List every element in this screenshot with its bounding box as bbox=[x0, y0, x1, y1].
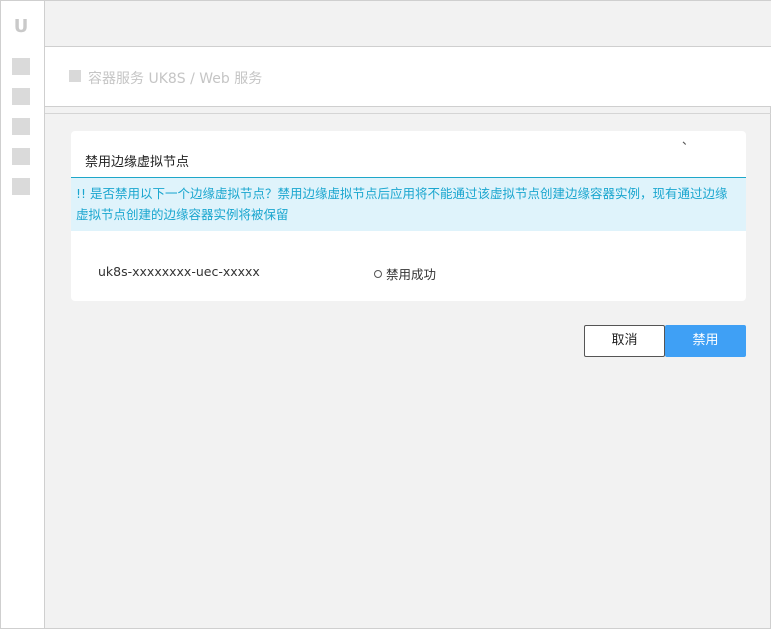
breadcrumb-text[interactable]: 容器服务 UK8S / Web 服务 bbox=[88, 68, 262, 88]
node-name: uk8s-xxxxxxxx-uec-xxxxx bbox=[98, 264, 260, 279]
close-icon[interactable]: 、 bbox=[682, 131, 694, 148]
divider bbox=[45, 113, 771, 114]
breadcrumb: 容器服务 UK8S / Web 服务 bbox=[45, 47, 771, 107]
sidebar-item-3[interactable] bbox=[12, 118, 30, 135]
sidebar-item-5[interactable] bbox=[12, 178, 30, 195]
sidebar-item-4[interactable] bbox=[12, 148, 30, 165]
sidebar-item-2[interactable] bbox=[12, 88, 30, 105]
breadcrumb-icon bbox=[69, 70, 81, 82]
logo[interactable]: U bbox=[11, 15, 31, 39]
sidebar-item-1[interactable] bbox=[12, 58, 30, 75]
top-bar bbox=[45, 1, 771, 47]
status-circle-icon bbox=[374, 270, 382, 278]
dialog-title: 禁用边缘虚拟节点 bbox=[85, 155, 190, 170]
cancel-button[interactable]: 取消 bbox=[584, 325, 665, 357]
disable-button[interactable]: 禁用 bbox=[665, 325, 746, 357]
disable-node-dialog: 禁用边缘虚拟节点 、 !! 是否禁用以下一个边缘虚拟节点？禁用边缘虚拟节点后应用… bbox=[71, 131, 746, 301]
node-status-text: 禁用成功 bbox=[386, 267, 437, 282]
sidebar: U bbox=[1, 1, 45, 628]
node-status: 禁用成功 bbox=[374, 264, 436, 283]
warning-alert: !! 是否禁用以下一个边缘虚拟节点？禁用边缘虚拟节点后应用将不能通过该虚拟节点创… bbox=[71, 178, 746, 231]
